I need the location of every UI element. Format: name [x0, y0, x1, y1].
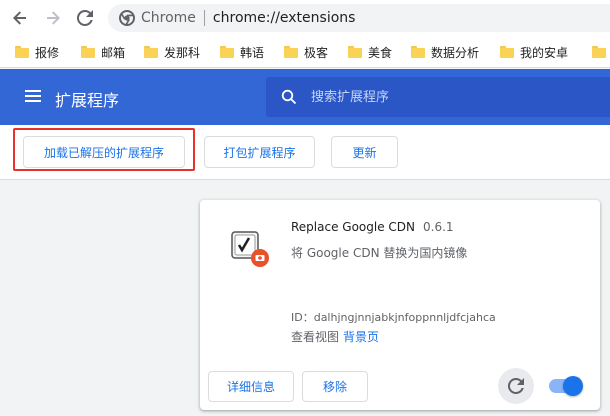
extension-id: ID：dalhjngjnnjabkjnfoppnnljdfcjahca [291, 311, 496, 324]
inspect-views-label: 查看视图 [291, 330, 340, 344]
extension-description: 将 Google CDN 替换为国内镜像 [291, 246, 468, 260]
bookmark-label: 报修 [35, 45, 60, 60]
search-icon [281, 89, 297, 105]
folder-icon [500, 46, 514, 58]
folder-icon [144, 46, 158, 58]
extension-name: Replace Google CDN [291, 220, 416, 234]
bookmark-label: 邮箱 [101, 45, 126, 60]
folder-icon [81, 46, 95, 58]
site-label: Chrome [141, 10, 196, 26]
omnibox-divider [203, 10, 205, 26]
chrome-icon [119, 10, 135, 26]
details-button[interactable]: 详细信息 [208, 371, 294, 402]
toggle-knob [563, 376, 583, 396]
forward-button[interactable] [43, 8, 63, 28]
menu-icon[interactable] [25, 90, 41, 102]
bookmark-item[interactable]: 数据分析 [411, 42, 479, 62]
bookmark-label: 我的安卓 [520, 45, 569, 60]
update-button[interactable]: 更新 [331, 136, 398, 168]
bookmark-item[interactable]: 报修 [15, 42, 59, 62]
bookmark-label: 发那科 [164, 45, 201, 60]
bookmark-label: 数据分析 [431, 45, 480, 60]
reload-icon [77, 10, 93, 26]
extension-icon [230, 228, 270, 268]
url-text[interactable]: chrome://extensions [213, 10, 356, 26]
load-unpacked-button[interactable]: 加载已解压的扩展程序 [23, 136, 185, 168]
background-page-link[interactable]: 背景页 [343, 330, 379, 344]
bookmark-label: 美食 [368, 45, 393, 60]
folder-icon [348, 46, 362, 58]
pack-extension-button[interactable]: 打包扩展程序 [204, 136, 315, 168]
folder-icon [220, 46, 234, 58]
reload-button[interactable] [75, 8, 95, 28]
extension-version: 0.6.1 [423, 220, 454, 234]
search-input[interactable] [311, 85, 601, 109]
developer-actions-bar: 加载已解压的扩展程序 打包扩展程序 更新 [0, 125, 610, 180]
bookmark-item[interactable]: 韩语 [220, 42, 264, 62]
browser-toolbar: Chrome chrome://extensions [0, 0, 610, 36]
folder-icon [15, 46, 29, 58]
enable-toggle[interactable] [549, 376, 583, 396]
back-button[interactable] [10, 8, 30, 28]
page-title: 扩展程序 [55, 91, 120, 110]
reload-extension-button[interactable] [498, 368, 534, 404]
extension-name-row: Replace Google CDN 0.6.1 [291, 220, 454, 234]
bookmark-item[interactable]: 邮箱 [81, 42, 125, 62]
extension-card: Replace Google CDN 0.6.1 将 Google CDN 替换为… [200, 200, 600, 410]
bookmark-label: 极客 [304, 45, 329, 60]
folder-icon [411, 46, 425, 58]
bookmark-item[interactable]: 我的安卓 [500, 42, 568, 62]
folder-icon [284, 46, 298, 58]
bookmarks-bar: 报修 邮箱 发那科 韩语 极客 美食 数据分析 我的安卓 [0, 36, 610, 68]
remove-button[interactable]: 移除 [302, 371, 368, 402]
back-arrow-icon [13, 11, 26, 25]
reload-icon [508, 378, 524, 394]
bookmark-label: 韩语 [240, 45, 265, 60]
bookmark-item[interactable]: 极客 [284, 42, 328, 62]
bookmark-item[interactable]: 美食 [348, 42, 392, 62]
inspect-views: 查看视图 背景页 [291, 328, 379, 345]
bookmark-item[interactable]: 发那科 [144, 42, 200, 62]
folder-icon [592, 46, 606, 58]
bookmark-item[interactable] [592, 42, 610, 62]
address-bar[interactable]: Chrome chrome://extensions [108, 4, 610, 32]
search-box[interactable] [266, 77, 610, 117]
forward-arrow-icon [47, 11, 60, 25]
extensions-header: 扩展程序 [0, 69, 610, 125]
